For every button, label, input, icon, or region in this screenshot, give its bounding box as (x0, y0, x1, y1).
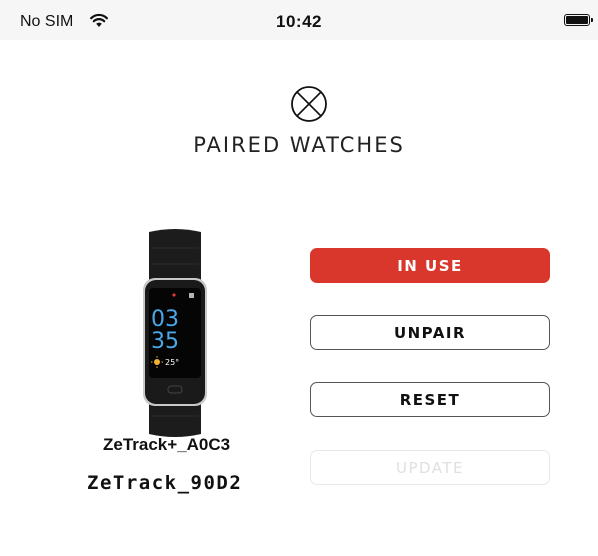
update-button[interactable]: UPDATE (310, 450, 550, 485)
status-time: 10:42 (276, 12, 322, 31)
watch-temperature: 25° (165, 358, 179, 367)
page-title: PAIRED WATCHES (193, 133, 405, 157)
battery-icon (564, 14, 593, 26)
device-name: ZeTrack_90D2 (87, 472, 243, 494)
unpair-button[interactable]: UNPAIR (310, 315, 550, 350)
device-name: ZeTrack+_A0C3 (103, 435, 231, 454)
close-icon[interactable] (290, 85, 328, 123)
status-bar: No SIM 10:42 (0, 0, 598, 40)
in-use-button[interactable]: IN USE (310, 248, 550, 283)
reset-button[interactable]: RESET (310, 382, 550, 417)
watch-image: 03 35 25° (143, 229, 207, 437)
watch-minutes: 35 (151, 329, 179, 354)
